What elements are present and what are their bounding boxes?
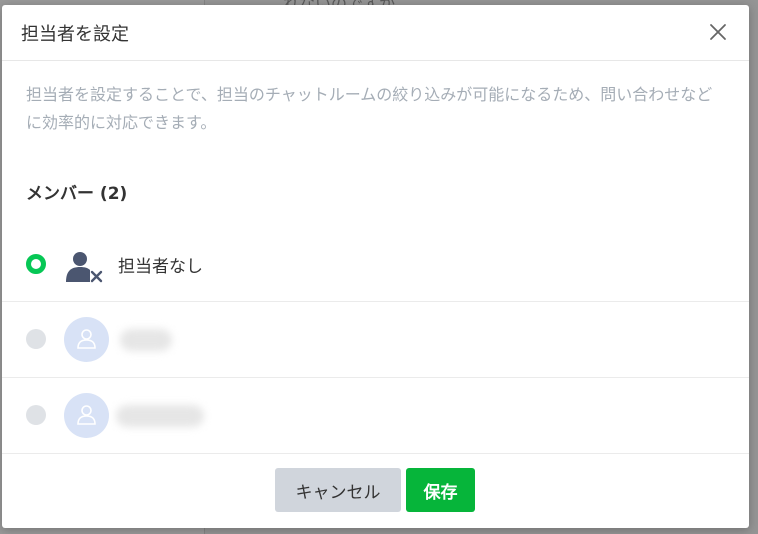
save-button[interactable]: 保存 bbox=[406, 468, 475, 512]
radio-selected[interactable] bbox=[26, 254, 46, 274]
avatar-placeholder-icon bbox=[64, 317, 109, 362]
member-option-2[interactable] bbox=[2, 378, 749, 454]
radio-unselected[interactable] bbox=[26, 329, 46, 349]
dialog-description: 担当者を設定することで、担当のチャットルームの絞り込みが可能になるため、問い合わ… bbox=[26, 85, 713, 132]
members-heading: メンバー (2) bbox=[26, 184, 128, 204]
cancel-button[interactable]: キャンセル bbox=[275, 468, 401, 512]
close-icon[interactable] bbox=[707, 21, 729, 43]
dialog-title: 担当者を設定 bbox=[21, 24, 129, 45]
member-option-1[interactable] bbox=[2, 302, 749, 378]
dialog-header: 担当者を設定 bbox=[2, 5, 749, 61]
member-option-none-label: 担当者なし bbox=[118, 257, 203, 277]
member-name-redacted bbox=[116, 405, 204, 427]
member-name-redacted bbox=[120, 329, 172, 351]
assign-owner-dialog: 担当者を設定 担当者を設定することで、担当のチャットルームの絞り込みが可能になる… bbox=[2, 5, 749, 528]
dialog-footer: キャンセル 保存 bbox=[2, 453, 749, 528]
radio-unselected[interactable] bbox=[26, 405, 46, 425]
user-remove-icon bbox=[66, 252, 103, 283]
avatar-placeholder-icon bbox=[64, 393, 109, 438]
member-option-none[interactable] bbox=[2, 226, 749, 302]
